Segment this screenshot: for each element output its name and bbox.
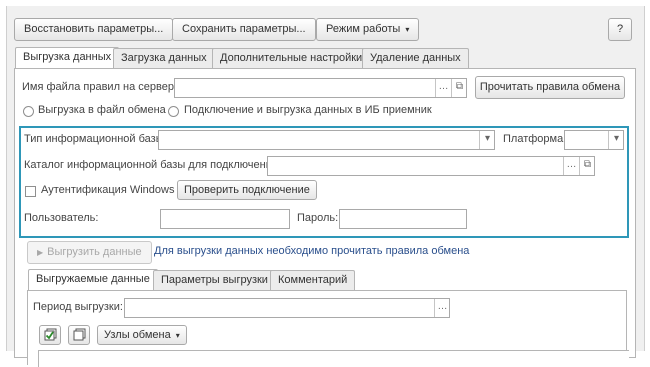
platform-select[interactable]: ▾ — [564, 130, 624, 150]
ellipsis-icon[interactable]: … — [563, 157, 579, 175]
exchange-nodes-button[interactable]: Узлы обмена ▾ — [97, 325, 187, 345]
windows-auth-checkbox[interactable] — [25, 186, 36, 197]
tab-export[interactable]: Выгрузка данных — [15, 47, 120, 69]
rules-file-label: Имя файла правил на сервере: — [22, 81, 184, 93]
user-field[interactable] — [160, 209, 290, 229]
export-tab-panel: Имя файла правил на сервере: … ⧉ Прочита… — [14, 68, 636, 367]
tab-delete-label: Удаление данных — [370, 52, 461, 64]
password-field[interactable] — [339, 209, 467, 229]
exported-data-panel: Период выгрузки: … Узлы обмена ▾ — [27, 290, 629, 367]
work-mode-label: Режим работы — [326, 23, 401, 35]
chevron-down-icon[interactable]: ▾ — [479, 131, 495, 149]
run-export-button[interactable]: ▶ Выгрузить данные — [27, 241, 152, 264]
restore-params-button[interactable]: Восстановить параметры... — [14, 18, 174, 41]
tab-delete-data[interactable]: Удаление данных — [362, 48, 469, 69]
uncheck-all-icon — [73, 328, 85, 341]
read-rules-button[interactable]: Прочитать правила обмена — [475, 76, 625, 99]
check-connection-button[interactable]: Проверить подключение — [177, 180, 317, 200]
open-icon[interactable]: ⧉ — [451, 79, 467, 97]
tab-export-label: Выгрузка данных — [23, 51, 112, 63]
tab-export-params[interactable]: Параметры выгрузки — [153, 270, 276, 291]
chevron-down-icon[interactable]: ▾ — [608, 131, 624, 149]
tab-exported-data[interactable]: Выгружаемые данные — [28, 269, 158, 291]
tab-comment[interactable]: Комментарий — [270, 270, 356, 291]
play-icon: ▶ — [37, 248, 44, 257]
exported-data-table[interactable] — [38, 350, 629, 367]
uncheck-all-button[interactable] — [68, 325, 90, 345]
help-button[interactable]: ? — [608, 18, 632, 41]
open-icon[interactable]: ⧉ — [579, 157, 595, 175]
work-mode-button[interactable]: Режим работы ▾ — [316, 18, 420, 41]
exchange-nodes-label: Узлы обмена — [104, 329, 171, 341]
help-label: ? — [616, 23, 624, 35]
ib-type-select[interactable]: ▾ — [158, 130, 495, 150]
password-label: Пароль: — [297, 212, 339, 224]
tab-additional-label: Дополнительные настройки — [220, 52, 363, 64]
read-rules-label: Прочитать правила обмена — [479, 81, 621, 93]
radio-connect-export-label: Подключение и выгрузка данных в ИБ прием… — [184, 104, 432, 116]
period-field[interactable]: … — [124, 298, 450, 318]
form-window: Восстановить параметры... Сохранить пара… — [6, 6, 645, 367]
check-all-button[interactable] — [39, 325, 61, 345]
ellipsis-icon[interactable]: … — [434, 299, 450, 317]
read-rules-hint: Для выгрузки данных необходимо прочитать… — [154, 245, 470, 257]
rules-file-field[interactable]: … ⧉ — [174, 78, 467, 98]
period-label: Период выгрузки: — [33, 301, 123, 313]
restore-params-label: Восстановить параметры... — [24, 23, 164, 35]
tab-comment-label: Комментарий — [278, 274, 348, 286]
tab-additional-settings[interactable]: Дополнительные настройки — [212, 48, 371, 69]
tab-import-label: Загрузка данных — [121, 52, 207, 64]
chevron-down-icon: ▾ — [405, 25, 410, 34]
connection-group: Тип информационной базы: ▾ Платформа: ▾ … — [19, 126, 629, 238]
user-label: Пользователь: — [24, 212, 99, 224]
windows-auth-label: Аутентификация Windows — [41, 184, 175, 196]
chevron-down-icon: ▾ — [175, 331, 180, 340]
save-params-button[interactable]: Сохранить параметры... — [172, 18, 316, 41]
catalog-label: Каталог информационной базы для подключе… — [24, 159, 281, 171]
catalog-field[interactable]: … ⧉ — [267, 156, 595, 176]
check-all-icon — [44, 328, 56, 341]
run-export-label: Выгрузить данные — [47, 246, 142, 258]
ellipsis-icon[interactable]: … — [435, 79, 451, 97]
check-connection-label: Проверить подключение — [184, 184, 310, 196]
ib-type-label: Тип информационной базы: — [24, 133, 167, 145]
tab-export-params-label: Параметры выгрузки — [161, 274, 268, 286]
platform-label: Платформа: — [503, 133, 567, 145]
tab-exported-data-label: Выгружаемые данные — [36, 273, 150, 285]
radio-connect-export[interactable] — [168, 106, 179, 117]
tab-import[interactable]: Загрузка данных — [113, 48, 215, 69]
radio-export-to-file[interactable] — [23, 106, 34, 117]
save-params-label: Сохранить параметры... — [182, 23, 306, 35]
radio-export-to-file-label: Выгрузка в файл обмена — [38, 104, 166, 116]
